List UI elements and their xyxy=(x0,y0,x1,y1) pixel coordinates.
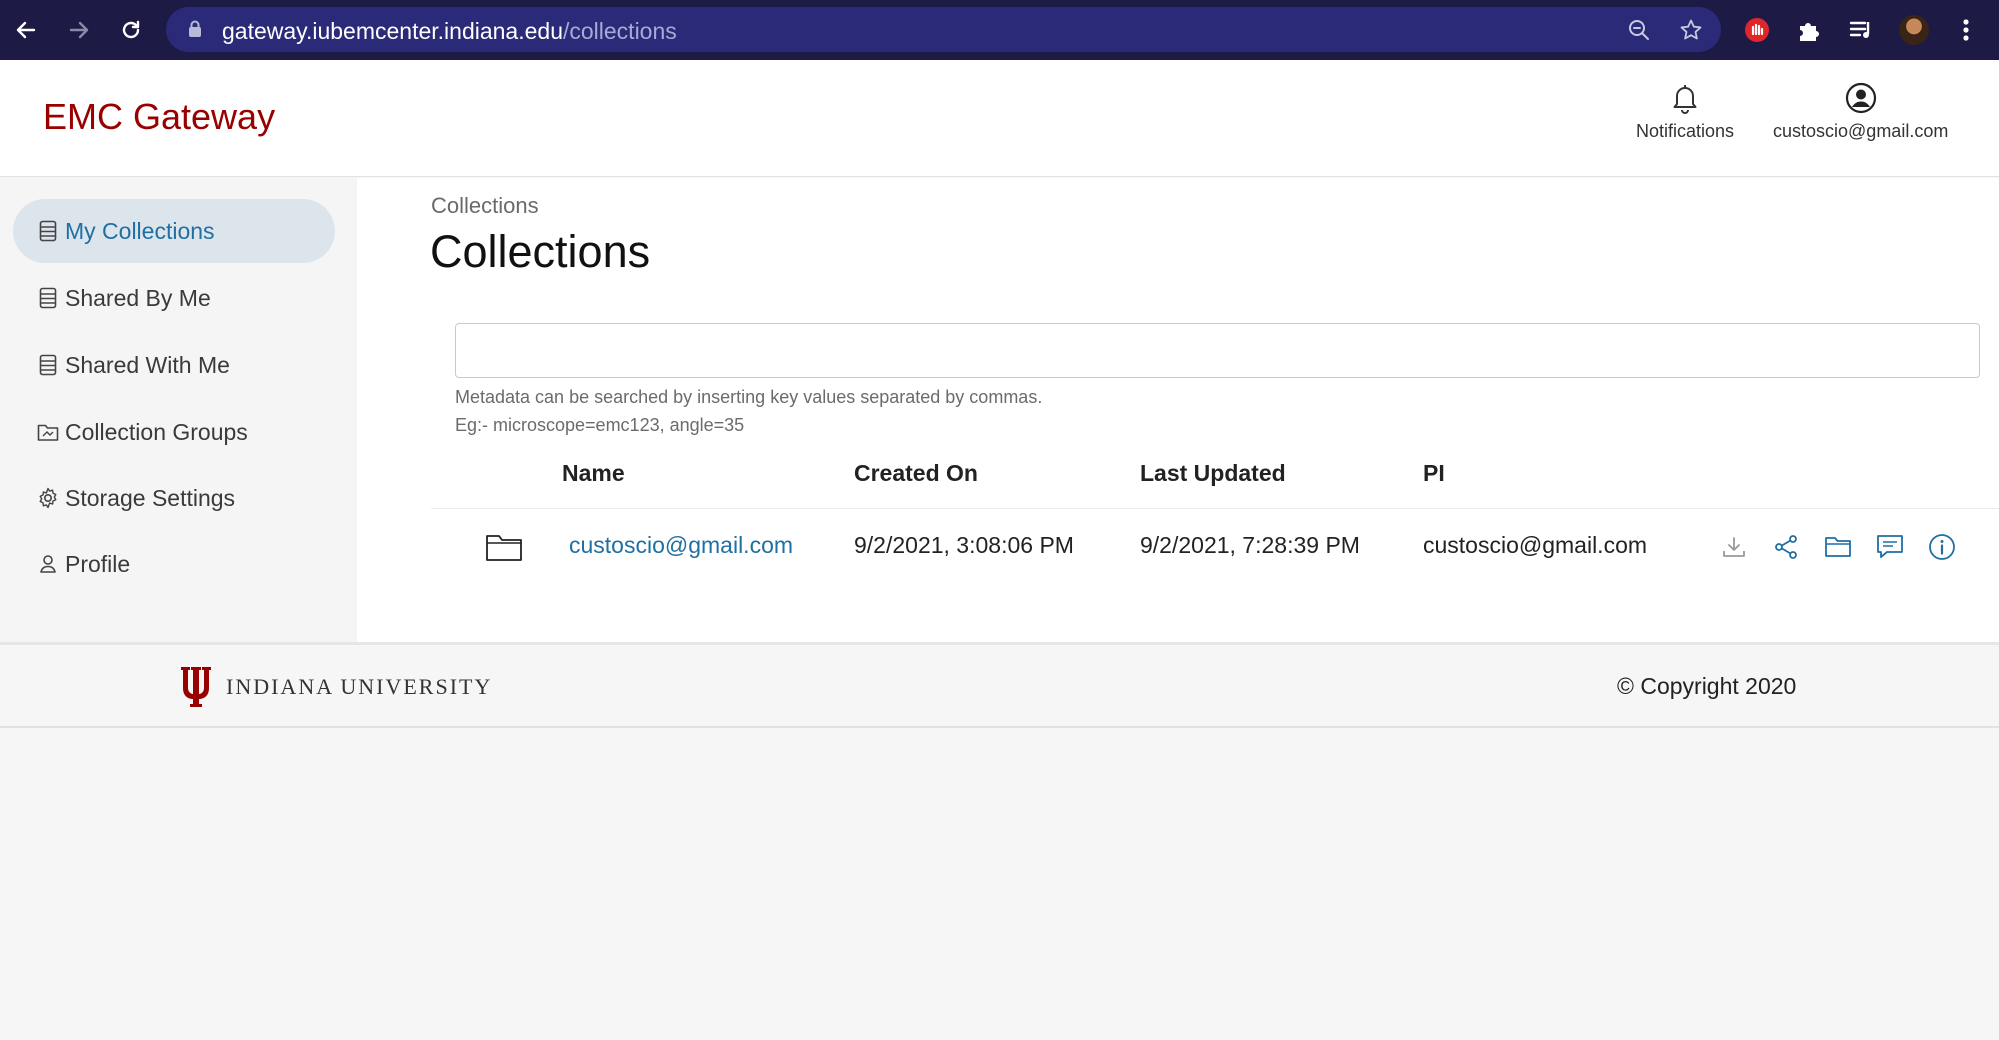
university-name: INDIANA UNIVERSITY xyxy=(226,674,493,699)
iu-trident-icon xyxy=(181,667,211,707)
sidebar-item-label: Shared With Me xyxy=(65,351,230,378)
zoom-icon[interactable] xyxy=(1625,16,1653,44)
collection-icon xyxy=(37,287,59,309)
sidebar-item-shared-by-me[interactable]: Shared By Me xyxy=(13,266,335,330)
profile-avatar[interactable] xyxy=(1898,14,1930,46)
breadcrumb[interactable]: Collections xyxy=(431,193,539,219)
back-arrow-icon xyxy=(16,21,36,39)
created-on-cell: 9/2/2021, 3:08:06 PM xyxy=(854,532,1074,558)
sidebar-item-label: Shared By Me xyxy=(65,284,211,311)
sidebar-item-label: Profile xyxy=(65,550,131,577)
sidebar-item-label: Collection Groups xyxy=(65,418,248,445)
column-header-created-on[interactable]: Created On xyxy=(854,460,978,487)
comment-icon[interactable] xyxy=(1873,530,1907,564)
notifications-label: Notifications xyxy=(1636,121,1735,141)
browser-menu-icon[interactable] xyxy=(1950,14,1982,46)
account-circle-icon xyxy=(1845,82,1876,114)
sidebar-item-profile[interactable]: Profile xyxy=(13,532,335,596)
download-icon[interactable] xyxy=(1717,530,1751,564)
sidebar-item-collection-groups[interactable]: Collection Groups xyxy=(13,400,335,464)
pi-cell: custoscio@gmail.com xyxy=(1423,532,1648,558)
media-queue-icon[interactable] xyxy=(1845,14,1877,46)
folder-icon[interactable] xyxy=(1821,530,1855,564)
collection-icon xyxy=(37,354,59,376)
browser-toolbar: gateway.iubemcenter.indiana.edu/collecti… xyxy=(0,0,1999,60)
url-text: gateway.iubemcenter.indiana.edu/collecti… xyxy=(222,18,677,45)
gear-icon xyxy=(37,487,59,509)
brand-title[interactable]: EMC Gateway xyxy=(43,96,275,138)
folder-icon xyxy=(484,530,524,564)
table-divider xyxy=(431,508,1999,509)
notifications-button[interactable]: Notifications xyxy=(1636,82,1734,142)
back-button[interactable] xyxy=(8,12,44,48)
search-hint: Metadata can be searched by inserting ke… xyxy=(455,387,1043,407)
lock-icon xyxy=(188,20,202,43)
copyright-text: © Copyright 2020 xyxy=(1617,673,1797,699)
user-email-label: custoscio@gmail.com xyxy=(1773,121,1949,141)
user-menu-button[interactable]: custoscio@gmail.com xyxy=(1773,82,1948,142)
forward-button[interactable] xyxy=(61,12,97,48)
avatar-image xyxy=(1899,15,1929,45)
bookmark-star-icon[interactable] xyxy=(1677,16,1705,44)
sidebar-item-shared-with-me[interactable]: Shared With Me xyxy=(13,333,335,397)
forward-arrow-icon xyxy=(69,21,89,39)
reload-button[interactable] xyxy=(113,12,149,48)
sidebar-item-label: My Collections xyxy=(65,217,215,244)
share-icon[interactable] xyxy=(1769,530,1803,564)
address-bar[interactable]: gateway.iubemcenter.indiana.edu/collecti… xyxy=(166,7,1721,52)
column-header-last-updated[interactable]: Last Updated xyxy=(1140,460,1286,487)
app-header: EMC Gateway Notifications custoscio@gmai… xyxy=(0,60,1999,177)
sidebar-item-storage-settings[interactable]: Storage Settings xyxy=(13,466,335,530)
sidebar-item-my-collections[interactable]: My Collections xyxy=(13,199,335,263)
url-host: gateway.iubemcenter.indiana.edu xyxy=(222,18,563,44)
metadata-search-input[interactable] xyxy=(455,323,1980,378)
column-header-pi[interactable]: PI xyxy=(1423,460,1445,487)
collection-name-link[interactable]: custoscio@gmail.com xyxy=(569,532,793,559)
user-icon xyxy=(37,553,59,575)
collection-icon xyxy=(37,220,59,242)
last-updated-cell: 9/2/2021, 7:28:39 PM xyxy=(1140,532,1360,558)
extension-stop-icon[interactable] xyxy=(1741,14,1773,46)
main-content: Collections Collections Metadata can be … xyxy=(357,178,1999,642)
extensions-puzzle-icon[interactable] xyxy=(1793,14,1825,46)
url-path: /collections xyxy=(562,18,677,44)
sidebar-item-label: Storage Settings xyxy=(65,484,236,511)
reload-icon xyxy=(122,20,140,39)
footer: INDIANA UNIVERSITY © Copyright 2020 xyxy=(0,642,1999,728)
bell-icon xyxy=(1673,85,1697,114)
search-example-hint: Eg:- microscope=emc123, angle=35 xyxy=(455,415,745,435)
info-icon[interactable] xyxy=(1925,530,1959,564)
column-header-name[interactable]: Name xyxy=(562,460,625,487)
indiana-university-logo[interactable]: INDIANA UNIVERSITY xyxy=(178,665,492,709)
sidebar: My Collections Shared By Me Shared With … xyxy=(0,178,357,642)
folder-group-icon xyxy=(37,421,59,443)
page-title: Collections xyxy=(430,226,651,277)
